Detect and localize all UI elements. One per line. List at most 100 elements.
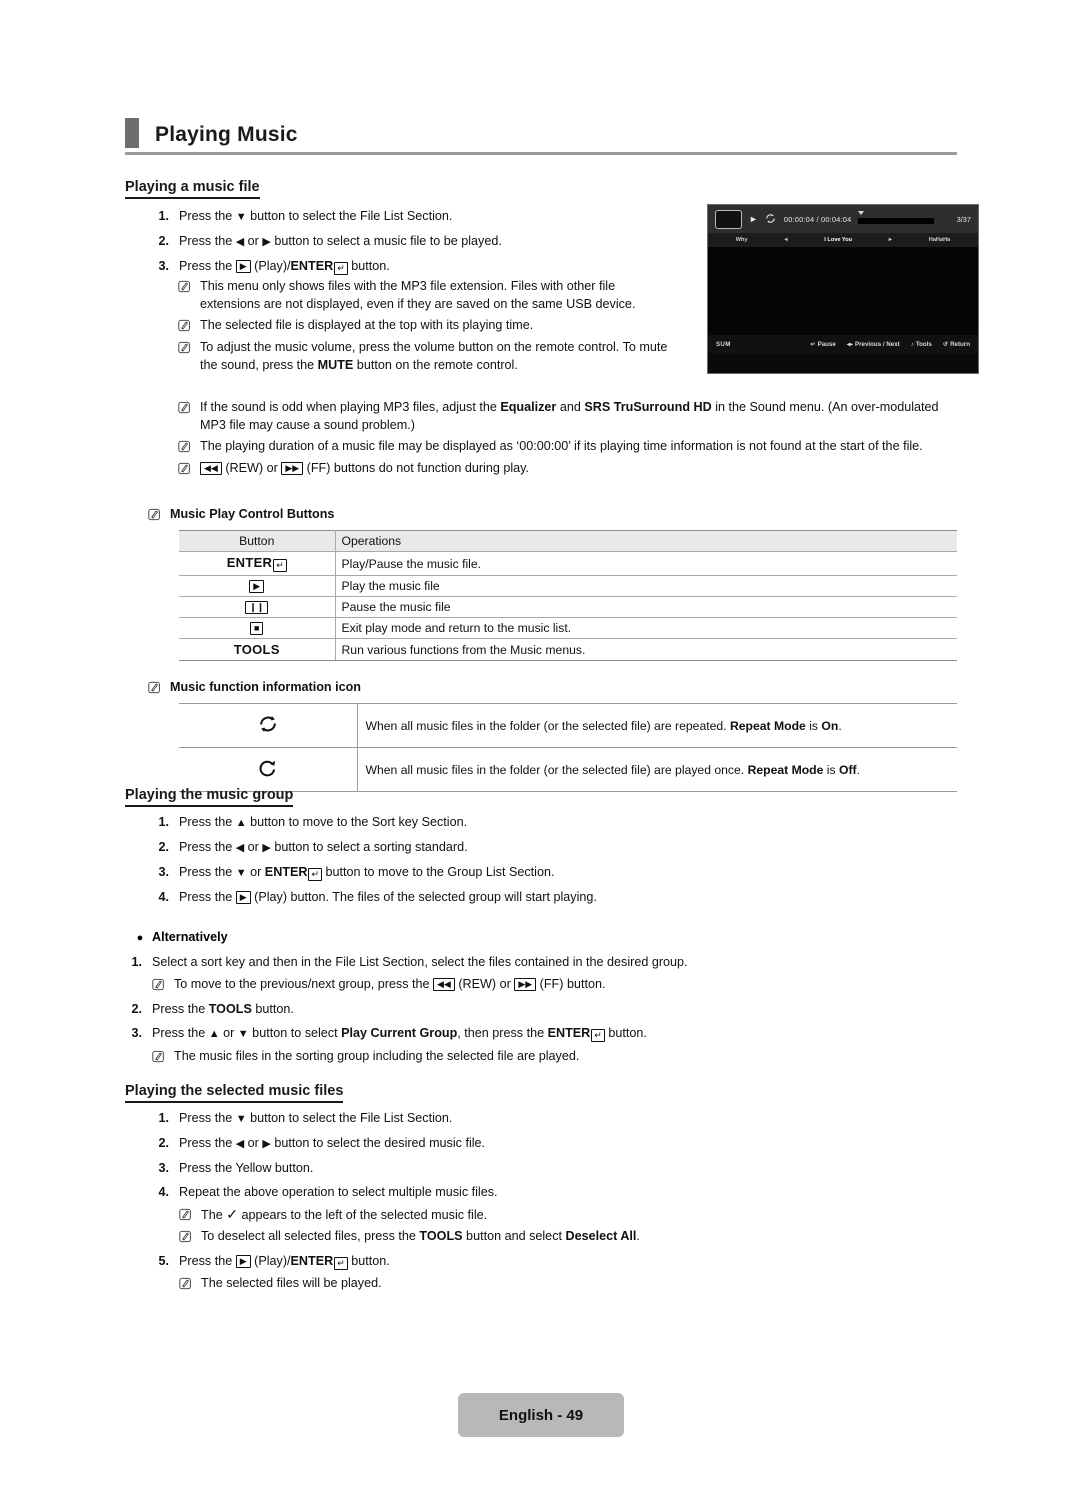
down-arrow-icon: ▼ [237,1028,249,1040]
repeat-once-icon [179,747,358,792]
next-track-label: HaHaHa [928,237,951,243]
column-header-operations: Operations [335,530,957,552]
list-item: 3. Press the ▼ or ENTER ↵ button to move … [155,863,855,882]
pause-key-icon: ❙❙ [245,601,269,614]
tv-player-footer: SUM ↵ Pause ◂▸ Previous / Next ♪ Tools ↺ Ret… [708,335,978,353]
footer-return-action[interactable]: ↺ Return [943,341,970,348]
header-rule [125,152,957,155]
progress-marker [858,211,865,215]
note-icon [179,1205,201,1224]
next-arrow-icon[interactable]: ► [870,237,911,243]
page-footer-badge: English - 49 [458,1393,624,1437]
list-item: 1. Press the ▲ button to move to the Sor… [155,813,855,832]
footer-tools-action[interactable]: ♪ Tools [911,341,932,348]
play-key-icon: ▶ [235,1255,251,1268]
left-arrow-icon: ◀ [235,842,245,854]
play-icon: ► [749,214,758,224]
list-item: 2. Press the TOOLS button. [131,1002,294,1016]
tv-track-nav: Why ◄ I Love You ► HaHaHa [708,233,978,247]
enter-key-icon: ↵ [308,868,323,881]
cell-button-tools: TOOLS [179,638,336,661]
cell-operation: Pause the music file [335,596,957,618]
enter-key-icon: ↵ [810,340,816,348]
progress-bar[interactable] [858,211,950,227]
fastforward-key-icon: ▶▶ [281,462,304,475]
enter-key-icon: ↵ [591,1029,605,1042]
down-arrow-icon: ▼ [235,211,247,223]
up-arrow-icon: ▲ [235,817,247,829]
left-arrow-icon: ◀ [235,236,245,248]
enter-key-icon: ↵ [334,262,348,275]
table-row: ▶ Play the music file [179,575,957,597]
music-group-steps: 1. Press the ▲ button to move to the Sor… [155,813,855,912]
music-file-notes-narrow: This menu only shows files with the MP3 … [178,277,678,377]
prev-track-label: Why [735,237,748,243]
cell-repeat-off-description: When all music files in the folder (or t… [357,747,957,792]
list-item: 3. Press the ▲ or ▼ button to select Pla… [128,1024,888,1043]
note-icon [178,437,200,456]
list-item: 4. Press the ▶ (Play) button. The files … [158,890,597,904]
right-arrow-icon: ▶ [262,1138,271,1150]
tools-icon: ♪ [910,340,914,348]
note-icon [152,1047,174,1066]
play-key-icon: ▶ [249,580,265,593]
cell-button-pause: ❙❙ [179,596,336,618]
current-track-label: I Love You [824,237,853,243]
up-arrow-icon: ▲ [208,1028,220,1040]
cell-button-stop: ■ [179,617,336,639]
note-item: This menu only shows files with the MP3 … [178,277,678,313]
table-header-row: Button Operations [179,530,957,552]
alternatively-block: ● Alternatively 1. Select a sort key and… [128,928,888,1069]
left-right-icon: ◂▸ [846,340,854,348]
section-playing-a-music-file-heading: Playing a music file [125,178,260,199]
list-item: 2. Press the ◀ or ▶ button to select a s… [155,838,855,857]
note-item: The selected file is displayed at the to… [178,316,678,335]
play-key-icon: ▶ [235,260,251,273]
selected-files-steps: 1. Press the ▼ button to select the File… [155,1109,855,1296]
repeat-all-icon [179,703,358,748]
tv-player-canvas: SUM ↵ Pause ◂▸ Previous / Next ♪ Tools ↺ Ret… [708,247,978,353]
music-function-information-table: When all music files in the folder (or t… [179,703,957,792]
right-arrow-icon: ▶ [262,842,271,854]
table-row: ENTER ↵ Play/Pause the music file. [179,551,957,576]
music-file-notes-wide: If the sound is odd when playing MP3 fil… [178,398,958,481]
track-counter: 3/37 [956,214,971,224]
alternatively-label-row: ● Alternatively [128,928,888,947]
album-thumbnail [715,209,742,229]
down-arrow-icon: ▼ [235,1113,247,1125]
section-playing-the-music-group-heading: Playing the music group [125,786,294,807]
footer-pause-action[interactable]: ↵ Pause [810,341,835,348]
music-play-control-table: Button Operations ENTER ↵ Play/Pause the … [179,530,957,661]
list-item: 1. Press the ▼ button to select the File… [155,1109,855,1128]
list-item: 3. Press the Yellow button. [158,1161,314,1175]
tv-music-player-screenshot: ► 00:00:04 / 00:04:04 3/37 Why ◄ I Love … [707,204,979,374]
list-item: 1. Select a sort key and then in the Fil… [131,955,688,969]
right-arrow-icon: ▶ [262,236,271,248]
document-page: Playing Music ► 00:00:04 / 00:04:04 3/37 [0,0,1080,1488]
note-icon [178,459,200,478]
music-function-information-icon-title: Music function information icon [148,678,648,700]
cell-button-play: ▶ [179,575,336,597]
page-number-label: English - 49 [498,1406,584,1424]
note-icon [178,316,200,335]
list-item: 2. Press the ◀ or ▶ button to select the… [155,1134,855,1153]
table-row: ❙❙ Pause the music file [179,596,957,618]
playback-time: 00:00:04 / 00:04:04 [783,214,852,224]
note-item: The playing duration of a music file may… [178,437,958,456]
cell-operation: Play the music file [335,575,957,597]
footer-prevnext-action[interactable]: ◂▸ Previous / Next [847,341,900,348]
list-item: 5. Press the ▶ (Play)/ENTER ↵ button. [158,1254,390,1270]
note-item: The selected files will be played. [179,1274,855,1293]
list-item: 3. Press the ▶ (Play)/ENTER ↵ button. [158,259,390,275]
note-icon [179,1227,201,1246]
enter-key-icon: ↵ [273,559,287,572]
cell-button-enter: ENTER ↵ [179,551,336,576]
note-item: The ✓ appears to the left of the selecte… [179,1205,855,1224]
list-item: 1. Press the ▼ button to select the File… [155,207,655,226]
prev-arrow-icon[interactable]: ◄ [765,237,806,243]
table-row: When all music files in the folder (or t… [179,703,957,748]
tv-player-topbar: ► 00:00:04 / 00:04:04 3/37 [708,205,978,233]
note-icon [178,277,200,313]
fastforward-key-icon: ▶▶ [514,978,537,991]
note-item: To adjust the music volume, press the vo… [178,338,678,374]
